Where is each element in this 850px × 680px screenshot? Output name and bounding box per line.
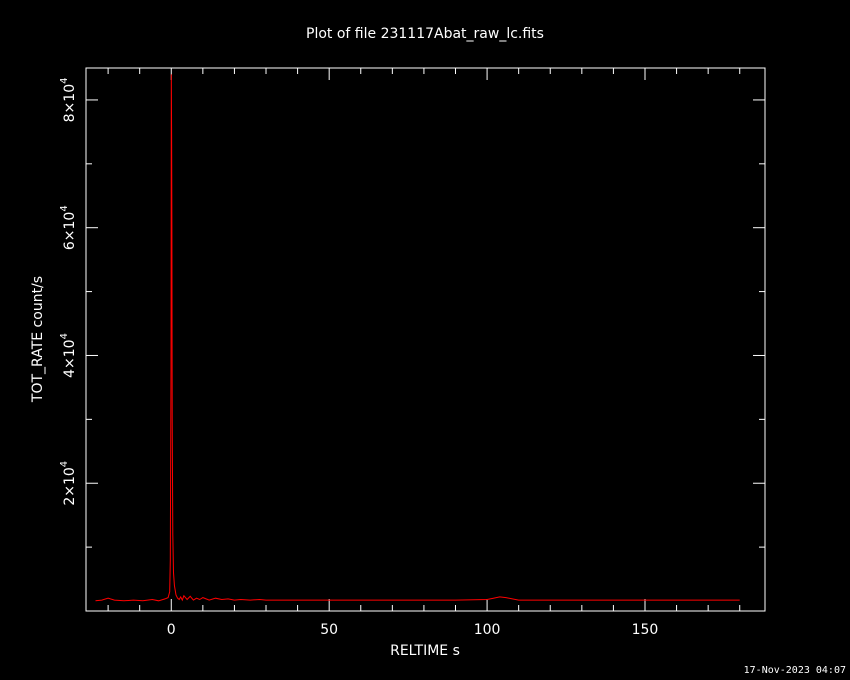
y-tick-base: ×10 — [62, 467, 78, 497]
y-tick-exponent: 4 — [59, 205, 70, 211]
y-tick-mantissa: 8 — [62, 113, 78, 122]
x-tick-label: 50 — [320, 622, 338, 638]
y-tick-base: ×10 — [62, 339, 78, 369]
y-tick-label: 2×104 — [59, 461, 78, 506]
x-tick-label: 0 — [167, 622, 176, 638]
y-tick-label: 6×104 — [59, 205, 78, 250]
y-tick-mantissa: 2 — [62, 497, 78, 506]
y-tick-mantissa: 4 — [62, 369, 78, 378]
y-tick-base: ×10 — [62, 84, 78, 114]
x-tick-label: 150 — [632, 622, 659, 638]
y-tick-exponent: 4 — [59, 461, 70, 467]
y-tick-exponent: 4 — [59, 333, 70, 339]
y-tick-exponent: 4 — [59, 78, 70, 84]
light-curve-chart: Plot of file 231117Abat_raw_lc.fits 0 50 1… — [0, 0, 850, 680]
y-axis-label: TOT_RATE count/s — [30, 276, 46, 403]
x-tick-label: 100 — [474, 622, 501, 638]
chart-background — [0, 0, 850, 680]
x-axis-label: RELTIME s — [390, 643, 460, 659]
y-tick-base: ×10 — [62, 212, 78, 242]
chart-title: Plot of file 231117Abat_raw_lc.fits — [306, 26, 544, 42]
y-tick-label: 4×104 — [59, 333, 78, 378]
y-tick-mantissa: 6 — [62, 241, 78, 250]
y-tick-label: 8×104 — [59, 78, 78, 123]
timestamp-label: 17-Nov-2023 04:07 — [743, 665, 846, 676]
